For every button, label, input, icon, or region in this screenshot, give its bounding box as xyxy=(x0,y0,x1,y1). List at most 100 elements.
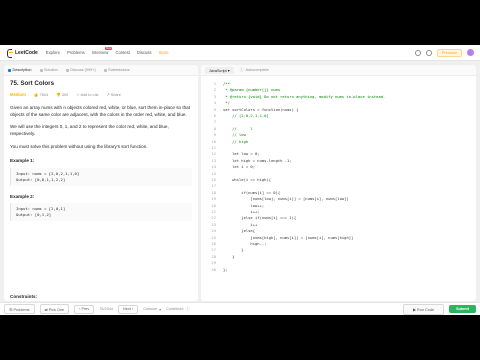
code-line: * @return {void} Do not return anything,… xyxy=(223,93,386,99)
tab-discuss[interactable]: Discuss (999+) xyxy=(65,68,96,72)
line-number: 23 xyxy=(211,221,216,227)
console-button[interactable]: Console ▾ xyxy=(143,307,161,312)
line-number: 9 xyxy=(213,132,216,138)
dislike-button[interactable]: 👎 300 xyxy=(56,92,68,99)
autocomplete-toggle[interactable]: ⓘ Autocomplete xyxy=(240,68,269,73)
line-number: 25 xyxy=(211,234,216,240)
leetcode-app: LeetCode Explore Problems Interview New C… xyxy=(0,45,480,315)
share-label: Share xyxy=(110,92,121,97)
tab-label: Description xyxy=(12,68,32,72)
streak-icon[interactable] xyxy=(425,49,432,56)
line-number: 13 xyxy=(211,157,216,163)
video-letterbox-top xyxy=(0,0,480,45)
nav-interview[interactable]: Interview New xyxy=(91,47,113,55)
nav-discuss[interactable]: Discuss xyxy=(137,50,152,55)
solution-icon xyxy=(39,68,43,72)
submit-button[interactable]: Submit xyxy=(449,305,476,313)
bottom-bar: ☰ Problems ⇄ Pick One ‹ Prev 75/2344 Nex… xyxy=(0,302,480,315)
problem-paragraph-1: Given an array nums with n objects color… xyxy=(10,105,191,117)
line-number: 11 xyxy=(211,145,216,150)
code-line: } xyxy=(223,253,235,259)
autocomplete-label: Autocomplete xyxy=(245,68,269,72)
logo[interactable]: LeetCode xyxy=(6,48,38,58)
line-number: 14 xyxy=(211,164,216,170)
code-line: // high xyxy=(223,138,249,144)
nav-right: Premium xyxy=(414,48,474,57)
pick-one-button[interactable]: ⇄ Pick One xyxy=(39,304,70,314)
discuss-icon xyxy=(65,68,69,72)
new-badge: New xyxy=(105,47,113,50)
line-number: 18 xyxy=(211,189,216,195)
console-label: Console xyxy=(143,307,158,311)
next-button[interactable]: Next › xyxy=(118,304,139,314)
tab-solution[interactable]: Solution xyxy=(39,68,58,72)
line-number: 22 xyxy=(211,215,216,221)
contribute-button[interactable]: Contribute ⓘ xyxy=(166,307,189,312)
language-select[interactable]: JavaScript ▾ xyxy=(205,66,234,74)
difficulty-badge: Medium xyxy=(10,91,26,97)
nav-interview-label: Interview xyxy=(91,50,109,55)
run-code-button[interactable]: ▶ Run Code xyxy=(403,303,445,315)
bottom-bar-actions: ▶ Run Code Submit xyxy=(403,303,476,315)
line-number: 16 xyxy=(211,177,216,182)
problem-paragraph-2: We will use the integers 0, 1, and 2 to … xyxy=(10,124,169,136)
premium-button[interactable]: Premium xyxy=(436,48,462,57)
constraints-heading: Constraints: xyxy=(10,294,38,299)
contribute-label: Contribute xyxy=(166,307,184,311)
add-to-list-button[interactable]: ☆ Add to List xyxy=(76,92,98,99)
code-line: i++; xyxy=(223,209,260,214)
description-tabs: Description Solution Discuss (999+) Subm… xyxy=(4,65,198,76)
code-line: } xyxy=(223,247,244,253)
pick-one-label: Pick One xyxy=(48,307,65,312)
line-number: 12 xyxy=(211,151,216,157)
tab-description[interactable]: Description xyxy=(8,68,32,72)
example-2-title: Example 2: xyxy=(10,193,35,199)
avatar[interactable] xyxy=(467,49,474,56)
line-number: 28 xyxy=(211,253,216,259)
nav-problems[interactable]: Problems xyxy=(67,50,85,55)
code-line: let low = 0; xyxy=(223,151,260,157)
top-nav: LeetCode Explore Problems Interview New C… xyxy=(0,45,480,61)
line-number: 17 xyxy=(211,183,216,189)
code-line: [nums[high], nums[i]] = [nums[i], nums[h… xyxy=(223,234,354,240)
prev-label: Prev xyxy=(81,307,90,311)
tab-submissions[interactable]: Submissions xyxy=(103,68,130,72)
problem-meta: Medium 👍 7604 👎 300 ☆ Add to List ↗ Shar… xyxy=(10,92,192,99)
leetcode-logo-icon xyxy=(6,48,13,58)
code-line: if(nums[i] == 0){ xyxy=(223,189,281,195)
code-line: while(i <= high){ xyxy=(223,177,272,182)
likes-count: 7604 xyxy=(39,92,49,97)
nav-contest[interactable]: Contest xyxy=(115,50,129,55)
share-button[interactable]: ↗ Share xyxy=(106,92,120,99)
code-line: [nums[low], nums[i]] = [nums[i], nums[lo… xyxy=(223,196,349,202)
line-number: 19 xyxy=(211,196,216,202)
logo-text: LeetCode xyxy=(15,49,38,56)
dislikes-count: 300 xyxy=(61,92,69,97)
description-icon xyxy=(8,68,11,72)
line-number: 1 xyxy=(213,81,216,86)
nav-store[interactable]: Store xyxy=(159,50,169,55)
add-to-list-label: Add to List xyxy=(80,92,99,97)
submissions-icon xyxy=(103,68,107,72)
problems-label: Problems xyxy=(13,307,30,312)
code-line: * @param {number[]} nums xyxy=(223,87,281,93)
like-button[interactable]: 👍 7604 xyxy=(34,92,48,99)
tab-label: Discuss (999+) xyxy=(70,68,96,72)
code-line: low++; xyxy=(223,202,265,208)
page-indicator: 75/2344 xyxy=(99,307,114,311)
tab-label: Solution xyxy=(44,68,58,72)
code-editor[interactable]: 1 /** 2 * @param {number[]} nums 3 * @retur… xyxy=(201,77,476,301)
notification-icon[interactable] xyxy=(414,49,421,56)
nav-explore[interactable]: Explore xyxy=(46,50,60,55)
line-number: 7 xyxy=(213,119,216,125)
code-line: i++ xyxy=(223,221,258,227)
next-label: Next xyxy=(123,307,131,311)
problems-button[interactable]: ☰ Problems xyxy=(4,304,35,314)
line-number: 5 xyxy=(213,106,216,112)
line-number: 29 xyxy=(211,260,216,266)
prev-button[interactable]: ‹ Prev xyxy=(74,304,95,314)
problem-content: 75. Sort Colors Medium 👍 7604 👎 300 ☆ Ad… xyxy=(4,76,198,226)
code-line: }; xyxy=(223,266,228,272)
line-number: 10 xyxy=(211,138,216,144)
code-line: }else if(nums[i] === 1){ xyxy=(223,215,297,221)
